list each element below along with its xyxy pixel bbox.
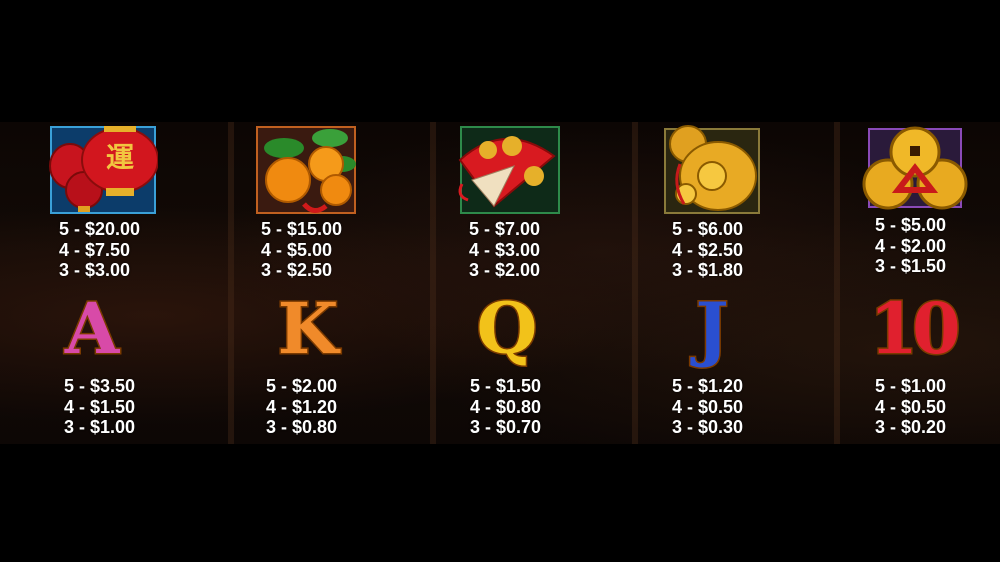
letter-k-symbol-icon: K	[276, 287, 340, 370]
number-10-symbol-icon: 10	[868, 287, 962, 370]
j-paytable: 5 - $1.20 4 - $0.50 3 - $0.30	[672, 376, 743, 438]
pay-line-3: 3 - $1.80	[672, 260, 744, 280]
reel-divider	[834, 122, 840, 444]
gold-pouch-symbol-icon	[660, 124, 764, 216]
pay-line-3: 3 - $2.00	[469, 260, 541, 280]
pay-line-4: 4 - $2.50	[672, 239, 744, 260]
pay-line-5: 5 - $1.00	[875, 376, 947, 396]
pay-line-4: 4 - $0.80	[470, 396, 542, 417]
letter-j-symbol-icon: J	[694, 287, 730, 370]
oranges-paytable: 5 - $15.00 4 - $5.00 3 - $2.50	[261, 219, 342, 281]
pay-line-3: 3 - $0.80	[266, 417, 338, 437]
coins-symbol-icon	[860, 124, 970, 212]
lantern-character: 運	[105, 141, 134, 174]
gold-pouch-paytable: 5 - $6.00 4 - $2.50 3 - $1.80	[672, 219, 743, 281]
reel-divider	[430, 122, 436, 444]
oranges-symbol-icon	[254, 124, 358, 216]
pay-line-3: 3 - $0.70	[470, 417, 542, 437]
pay-line-4: 4 - $5.00	[261, 239, 333, 260]
lantern-symbol-icon: 運	[48, 126, 158, 214]
lantern-paytable: 5 - $20.00 4 - $7.50 3 - $3.00	[59, 219, 140, 281]
pay-line-5: 5 - $20.00	[59, 219, 141, 239]
pay-line-3: 3 - $3.00	[59, 260, 131, 280]
pay-line-5: 5 - $1.50	[470, 376, 542, 396]
pay-line-4: 4 - $3.00	[469, 239, 541, 260]
q-paytable: 5 - $1.50 4 - $0.80 3 - $0.70	[470, 376, 541, 438]
fan-symbol-icon	[454, 126, 562, 214]
pay-line-3: 3 - $2.50	[261, 260, 333, 280]
pay-line-5: 5 - $7.00	[469, 219, 541, 239]
pay-line-4: 4 - $0.50	[672, 396, 744, 417]
pay-line-4: 4 - $0.50	[875, 396, 947, 417]
pay-line-5: 5 - $15.00	[261, 219, 343, 239]
pay-line-3: 3 - $0.20	[875, 417, 947, 437]
pay-line-3: 3 - $0.30	[672, 417, 744, 437]
pay-line-4: 4 - $1.20	[266, 396, 338, 417]
pay-line-5: 5 - $5.00	[875, 215, 947, 235]
reel-divider	[632, 122, 638, 444]
a-paytable: 5 - $3.50 4 - $1.50 3 - $1.00	[64, 376, 135, 438]
reel-divider	[228, 122, 234, 444]
pay-line-5: 5 - $3.50	[64, 376, 136, 396]
pay-line-4: 4 - $7.50	[59, 239, 131, 260]
letter-a-symbol-icon: A	[63, 287, 120, 370]
coins-paytable: 5 - $5.00 4 - $2.00 3 - $1.50	[875, 215, 946, 277]
pay-line-5: 5 - $1.20	[672, 376, 744, 396]
pay-line-5: 5 - $2.00	[266, 376, 338, 396]
pay-line-4: 4 - $1.50	[64, 396, 136, 417]
letter-q-symbol-icon: Q	[475, 287, 539, 370]
fan-paytable: 5 - $7.00 4 - $3.00 3 - $2.00	[469, 219, 540, 281]
pay-line-4: 4 - $2.00	[875, 235, 947, 256]
pay-line-5: 5 - $6.00	[672, 219, 744, 239]
pay-line-3: 3 - $1.00	[64, 417, 136, 437]
ten-paytable: 5 - $1.00 4 - $0.50 3 - $0.20	[875, 376, 946, 438]
pay-line-3: 3 - $1.50	[875, 256, 947, 276]
k-paytable: 5 - $2.00 4 - $1.20 3 - $0.80	[266, 376, 337, 438]
